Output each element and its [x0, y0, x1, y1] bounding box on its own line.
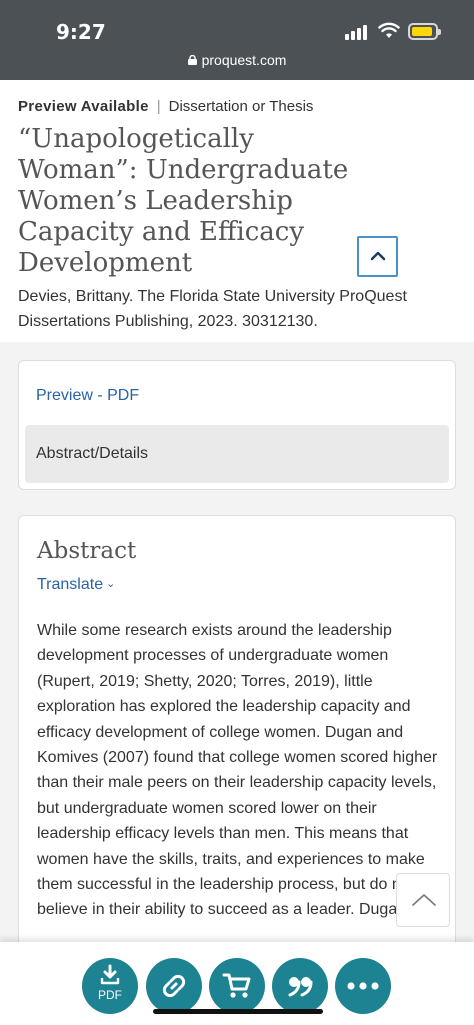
wifi-icon [378, 22, 400, 38]
download-pdf-button[interactable]: PDF [82, 958, 138, 1014]
battery-icon [408, 23, 441, 40]
chevron-down-icon: ⌄ [106, 578, 116, 590]
document-type: Dissertation or Thesis [168, 98, 314, 115]
signal-icon [345, 24, 371, 40]
quote-icon [288, 977, 313, 997]
scroll-to-top-button[interactable] [396, 873, 450, 927]
collapse-header-button[interactable] [357, 236, 398, 277]
link-icon [162, 974, 186, 998]
more-options-button[interactable] [335, 958, 391, 1014]
chevron-up-icon [412, 894, 436, 906]
meta-separator: | [156, 98, 161, 115]
url-text: proquest.com [201, 52, 287, 68]
download-icon [100, 964, 120, 985]
add-to-cart-button[interactable] [209, 958, 265, 1014]
home-indicator[interactable] [153, 1009, 323, 1014]
document-title: “Unapologetically Woman”: Undergraduate … [18, 124, 349, 278]
url-bar[interactable]: proquest.com [0, 52, 474, 68]
abstract-heading: Abstract [37, 538, 137, 564]
tab-abstract-details-label: Abstract/Details [36, 445, 149, 462]
cart-icon [222, 973, 251, 998]
copy-link-button[interactable] [146, 958, 202, 1014]
availability-label: Preview Available [18, 98, 149, 115]
document-meta: Preview Available | Dissertation or Thesis [18, 98, 313, 115]
more-icon [347, 982, 379, 990]
authors-citation: Devies, Brittany. The Florida State Univ… [18, 288, 407, 330]
translate-label: Translate [37, 576, 104, 593]
cite-button[interactable] [272, 958, 328, 1014]
tab-abstract-details[interactable]: Abstract/Details [25, 425, 449, 483]
status-time: 9:27 [56, 20, 106, 44]
chevron-up-icon [370, 251, 386, 261]
translate-dropdown[interactable]: Translate ⌄ [37, 576, 115, 594]
abstract-text: While some research exists around the le… [37, 622, 438, 919]
browser-status-bar: 9:27 proquest.com [0, 0, 474, 80]
view-tabs: Preview - PDF Abstract/Details [18, 360, 456, 490]
tab-preview-pdf[interactable]: Preview - PDF [36, 387, 139, 405]
lock-icon [187, 55, 197, 65]
pdf-label: PDF [98, 988, 122, 1002]
